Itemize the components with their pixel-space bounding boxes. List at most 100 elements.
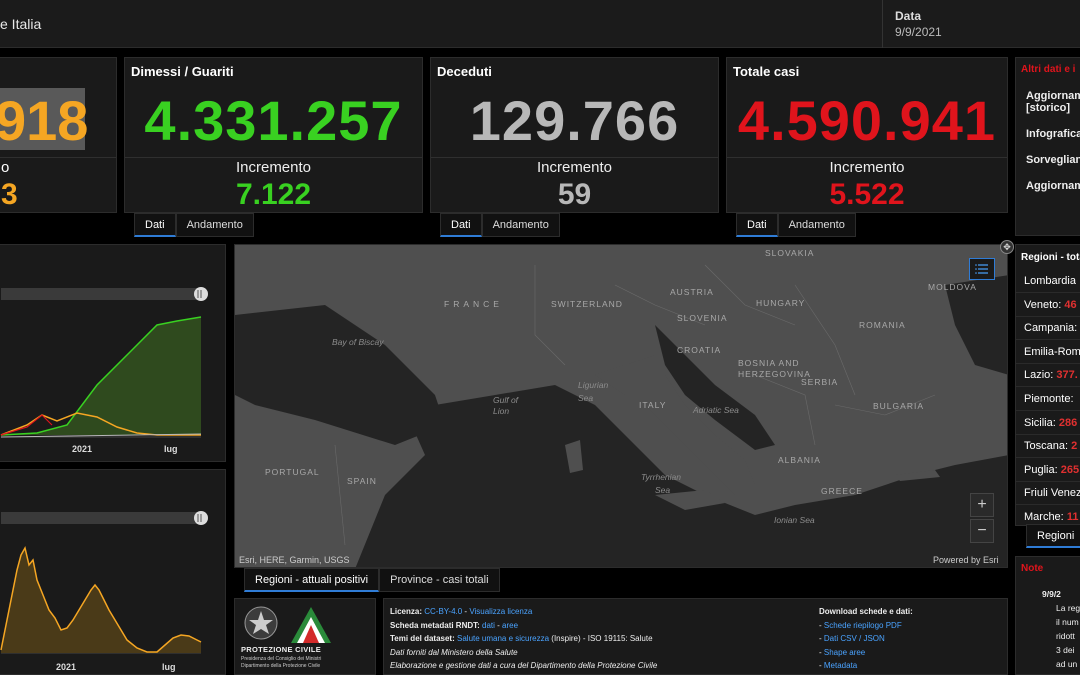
region-value: 286 [1058,416,1078,429]
region-name: Friuli Venez [1024,487,1080,500]
kpi-deceduti-inc: 59 [557,178,592,211]
download-shape-link[interactable]: Shape aree [824,648,865,657]
map-country-label: SLOVAKIA [765,248,815,258]
kpi-deceduti-divider [431,157,718,158]
legend-toggle-button[interactable] [969,258,995,280]
guariti-area [1,317,201,435]
map-sea-label: Bay of Biscay [332,337,384,347]
logo-title: PROTEZIONE CIVILE [241,645,322,654]
map-sea-label: Ionian Sea [774,515,815,525]
map-country-label: PORTUGAL [265,467,320,477]
kpi-deceduti-tabs: Dati Andamento [440,213,560,237]
scheda-dati-link[interactable]: dati [482,621,495,630]
zoom-out-button[interactable]: − [970,519,994,543]
time-slider-track[interactable] [1,288,201,300]
date-value: 9/9/2021 [895,25,942,39]
tab-totale-andamento[interactable]: Andamento [777,213,856,237]
link-aggiornamenti-2[interactable]: Aggiornam [1026,180,1080,192]
metadata-panel: Licenza: CC-BY-4.0 - Visualizza licenza … [383,598,1008,675]
map-attribution: Esri, HERE, Garmin, USGS [239,555,350,565]
zoom-in-button[interactable]: + [970,493,994,517]
region-name: Veneto: [1024,298,1062,311]
region-name: Sicilia: [1024,416,1056,429]
x-label-2021: 2021 [72,444,92,454]
tab-deceduti-andamento[interactable]: Andamento [481,213,560,237]
top-bar: e Italia Data 9/9/2021 [0,0,1080,48]
region-row[interactable]: Lombardia [1016,269,1080,293]
kpi-totale-title: Totale casi [733,64,800,79]
region-name: Lazio: [1024,369,1054,382]
region-value: 265 [1060,463,1080,476]
map-country-label: FRANCE [444,299,503,309]
tab-regioni[interactable]: Regioni [1026,524,1080,548]
map-view[interactable]: FRANCE SWITZERLAND AUSTRIA SLOVAKIA HUNGARY M… [234,244,1008,568]
link-sorveglianza[interactable]: Sorveglian [1026,154,1080,166]
region-name: Puglia: [1024,463,1058,476]
region-row[interactable]: Emilia-Rom [1016,340,1080,364]
kpi-guariti-tabs: Dati Andamento [134,213,254,237]
region-row[interactable]: Friuli Venez [1016,481,1080,506]
region-row[interactable]: Toscana: 2 [1016,434,1080,459]
link-infografica[interactable]: Infografica [1026,128,1080,140]
time-slider-track-2[interactable] [1,512,201,524]
tab-regioni-positivi[interactable]: Regioni - attuali positivi [244,568,380,592]
tab-guariti-dati[interactable]: Dati [134,213,176,237]
regions-tabs: Regioni [1026,524,1080,548]
trend-chart-top: 2021 lug [0,244,226,462]
kpi-totale-divider [727,157,1007,158]
tab-deceduti-dati[interactable]: Dati [440,213,482,237]
licenza-value[interactable]: CC-BY-4.0 [424,607,462,616]
map-sea-label: Adriatic Sea [693,405,739,415]
map-tabs: Regioni - attuali positivi Province - ca… [244,568,500,592]
map-sea-label: Tyrrhenian [641,472,681,482]
tab-totale-dati[interactable]: Dati [736,213,778,237]
kpi-deceduti-sub: Incremento [536,159,613,176]
map-sea-label: Lion [493,406,510,416]
map-country-label: ROMANIA [859,320,906,330]
region-row[interactable]: Puglia: 265 [1016,458,1080,482]
licenza-label: Licenza: [390,607,423,616]
scheda-sep: - [494,620,503,630]
kpi-guariti-title: Dimessi / Guariti [131,64,234,79]
download-metadata-link[interactable]: Metadata [824,661,857,670]
kpi-positivi-inc: 3 [1,178,18,211]
scheda-aree-link[interactable]: aree [502,621,518,630]
link-storico[interactable]: [storico] [1026,102,1080,114]
expand-icon[interactable]: ✥ [1000,240,1014,254]
region-row[interactable]: Campania: [1016,316,1080,341]
region-row[interactable]: Marche: 11 [1016,505,1080,525]
map-country-label: ALBANIA [778,455,821,465]
region-name: Lombardia [1024,275,1076,287]
tab-guariti-andamento[interactable]: Andamento [175,213,254,237]
map-country-label: HUNGARY [756,298,806,308]
kpi-positivi-divider [0,157,116,158]
date-label: Data [895,9,922,23]
trend-chart-bottom: 2021 lug [0,469,226,675]
kpi-totale-value: 4.590.941 [737,89,997,152]
download-csv-link[interactable]: Dati CSV / JSON [824,634,885,643]
map-sea-label: Sea [655,485,671,495]
map-country-label: GREECE [821,486,863,496]
tab-province-casi[interactable]: Province - casi totali [379,568,500,592]
map-country-label: BULGARIA [873,401,924,411]
date-divider [882,0,883,48]
download-pdf-link[interactable]: Schede riepilogo PDF [824,621,902,630]
link-aggiornamenti[interactable]: Aggiornam [1026,90,1080,102]
region-row[interactable]: Lazio: 377. [1016,363,1080,388]
dashboard-title: e Italia [0,16,42,32]
region-row[interactable]: Veneto: 46 [1016,293,1080,317]
temi-rest: (Inspire) - ISO 19115: Salute [549,634,653,643]
region-name: Campania: [1024,322,1078,335]
kpi-positivi: 918 o 3 [0,57,117,213]
map-sea-label: Ligurian [578,380,609,390]
licenza-link[interactable]: Visualizza licenza [469,607,532,616]
region-name: Toscana: [1024,440,1069,453]
map-country-label: AUSTRIA [670,287,714,297]
download-section: Download schede e dati: - Schede riepilo… [819,607,913,670]
region-row[interactable]: Piemonte: [1016,387,1080,411]
note-panel: Note 9/9/2 La reg il num ridott 3 dei ad un Em… [1015,556,1080,675]
temi-label: Temi del dataset: [390,634,455,643]
temi-link[interactable]: Salute umana e sicurezza [457,634,549,643]
kpi-positivi-sub: o [1,159,10,176]
region-row[interactable]: Sicilia: 286 [1016,411,1080,435]
